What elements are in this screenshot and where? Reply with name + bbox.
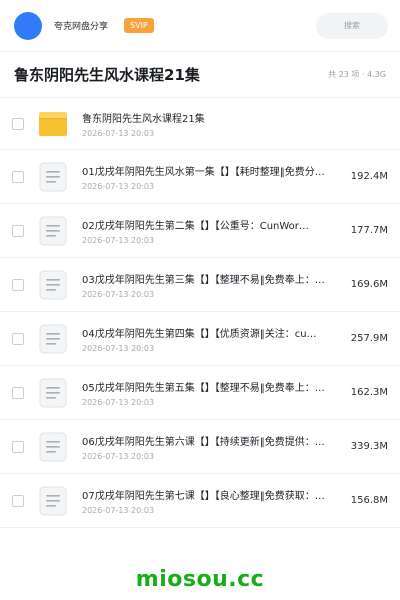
file-name[interactable]: 06戊戌年阴阳先生第六课【】【持续更新‖免费提供：… xyxy=(82,433,344,448)
file-summary: 共 23 项 · 4.3G xyxy=(328,70,386,79)
file-row[interactable]: 04戊戌年阴阳先生第四集【】【优质资源‖关注：cu… 2026-07-13 20:… xyxy=(0,312,400,366)
file-meta: 06戊戌年阴阳先生第六课【】【持续更新‖免费提供：… 2026-07-13 20:… xyxy=(82,433,344,461)
search-input[interactable]: 搜索 xyxy=(316,12,388,39)
file-row[interactable]: 06戊戌年阴阳先生第六课【】【持续更新‖免费提供：… 2026-07-13 20:… xyxy=(0,420,400,474)
document-icon xyxy=(38,216,68,246)
select-checkbox[interactable] xyxy=(12,386,24,399)
file-name[interactable]: 01戊戌年阴阳先生风水第一集【】【耗时整理‖免费分… xyxy=(82,163,344,178)
document-icon xyxy=(38,270,68,300)
file-date: 2026-07-13 20:03 xyxy=(82,451,155,461)
file-name[interactable]: 03戊戌年阴阳先生第三集【】【整理不易‖免费奉上：… xyxy=(82,271,344,286)
file-row[interactable]: 05戊戌年阴阳先生第五集【】【整理不易‖免费奉上：… 2026-07-13 20:… xyxy=(0,366,400,420)
file-date: 2026-07-13 20:03 xyxy=(82,181,155,191)
select-checkbox[interactable] xyxy=(12,440,24,453)
select-checkbox[interactable] xyxy=(12,117,24,130)
file-row[interactable]: 02戊戌年阴阳先生第二集【】【公重号：CunWor… 2026-07-13 20:… xyxy=(0,204,400,258)
document-icon xyxy=(38,486,68,516)
document-icon xyxy=(38,162,68,192)
file-meta: 鲁东阴阳先生风水课程21集 2026-07-13 20:03 xyxy=(82,110,344,138)
file-size: 177.7M xyxy=(350,225,388,236)
file-meta: 01戊戌年阴阳先生风水第一集【】【耗时整理‖免费分… 2026-07-13 20:… xyxy=(82,163,344,191)
file-date: 2026-07-13 20:03 xyxy=(82,235,155,245)
document-icon xyxy=(38,378,68,408)
file-date: 2026-07-13 20:03 xyxy=(82,128,155,138)
watermark-brand: miosou.cc xyxy=(135,567,265,592)
file-size: 339.3M xyxy=(350,441,388,452)
file-row[interactable]: 07戊戌年阴阳先生第七课【】【良心整理‖免费获取：… 2026-07-13 20:… xyxy=(0,474,400,528)
file-meta: 03戊戌年阴阳先生第三集【】【整理不易‖免费奉上：… 2026-07-13 20:… xyxy=(82,271,344,299)
file-row[interactable]: 鲁东阴阳先生风水课程21集 2026-07-13 20:03 xyxy=(0,98,400,150)
file-row[interactable]: 03戊戌年阴阳先生第三集【】【整理不易‖免费奉上：… 2026-07-13 20:… xyxy=(0,258,400,312)
avatar[interactable] xyxy=(14,11,42,40)
file-name[interactable]: 鲁东阴阳先生风水课程21集 xyxy=(82,110,344,125)
file-size: 257.9M xyxy=(350,333,388,344)
file-name[interactable]: 07戊戌年阴阳先生第七课【】【良心整理‖免费获取：… xyxy=(82,487,344,502)
user-name[interactable]: 夸克网盘分享 xyxy=(54,19,108,32)
file-date: 2026-07-13 20:03 xyxy=(82,343,155,353)
select-checkbox[interactable] xyxy=(12,224,24,237)
file-date: 2026-07-13 20:03 xyxy=(82,289,155,299)
file-meta: 07戊戌年阴阳先生第七课【】【良心整理‖免费获取：… 2026-07-13 20:… xyxy=(82,487,344,515)
select-checkbox[interactable] xyxy=(12,278,24,291)
file-size: 192.4M xyxy=(350,171,388,182)
document-icon xyxy=(38,324,68,354)
file-meta: 02戊戌年阴阳先生第二集【】【公重号：CunWor… 2026-07-13 20:… xyxy=(82,217,344,245)
document-icon xyxy=(38,432,68,462)
select-checkbox[interactable] xyxy=(12,332,24,345)
file-date: 2026-07-13 20:03 xyxy=(82,505,155,515)
select-checkbox[interactable] xyxy=(12,170,24,183)
file-name[interactable]: 02戊戌年阴阳先生第二集【】【公重号：CunWor… xyxy=(82,217,344,232)
file-row[interactable]: 01戊戌年阴阳先生风水第一集【】【耗时整理‖免费分… 2026-07-13 20:… xyxy=(0,150,400,204)
svip-badge: SVIP xyxy=(124,18,154,33)
file-size: 162.3M xyxy=(350,387,388,398)
file-list: 鲁东阴阳先生风水课程21集 2026-07-13 20:03 01戊戌年阴阳先生风水… xyxy=(0,98,400,528)
file-name[interactable]: 04戊戌年阴阳先生第四集【】【优质资源‖关注：cu… xyxy=(82,325,344,340)
file-name[interactable]: 05戊戌年阴阳先生第五集【】【整理不易‖免费奉上：… xyxy=(82,379,344,394)
file-meta: 05戊戌年阴阳先生第五集【】【整理不易‖免费奉上：… 2026-07-13 20:… xyxy=(82,379,344,407)
file-meta: 04戊戌年阴阳先生第四集【】【优质资源‖关注：cu… 2026-07-13 20:… xyxy=(82,325,344,353)
file-size: 169.6M xyxy=(350,279,388,290)
app-header: 夸克网盘分享 SVIP 搜索 xyxy=(0,0,400,52)
select-checkbox[interactable] xyxy=(12,494,24,507)
folder-icon xyxy=(38,109,68,139)
page-title: 鲁东阴阳先生风水课程21集 xyxy=(14,66,200,84)
file-size: 156.8M xyxy=(350,495,388,506)
title-bar: 鲁东阴阳先生风水课程21集 共 23 项 · 4.3G xyxy=(0,52,400,98)
file-date: 2026-07-13 20:03 xyxy=(82,397,155,407)
